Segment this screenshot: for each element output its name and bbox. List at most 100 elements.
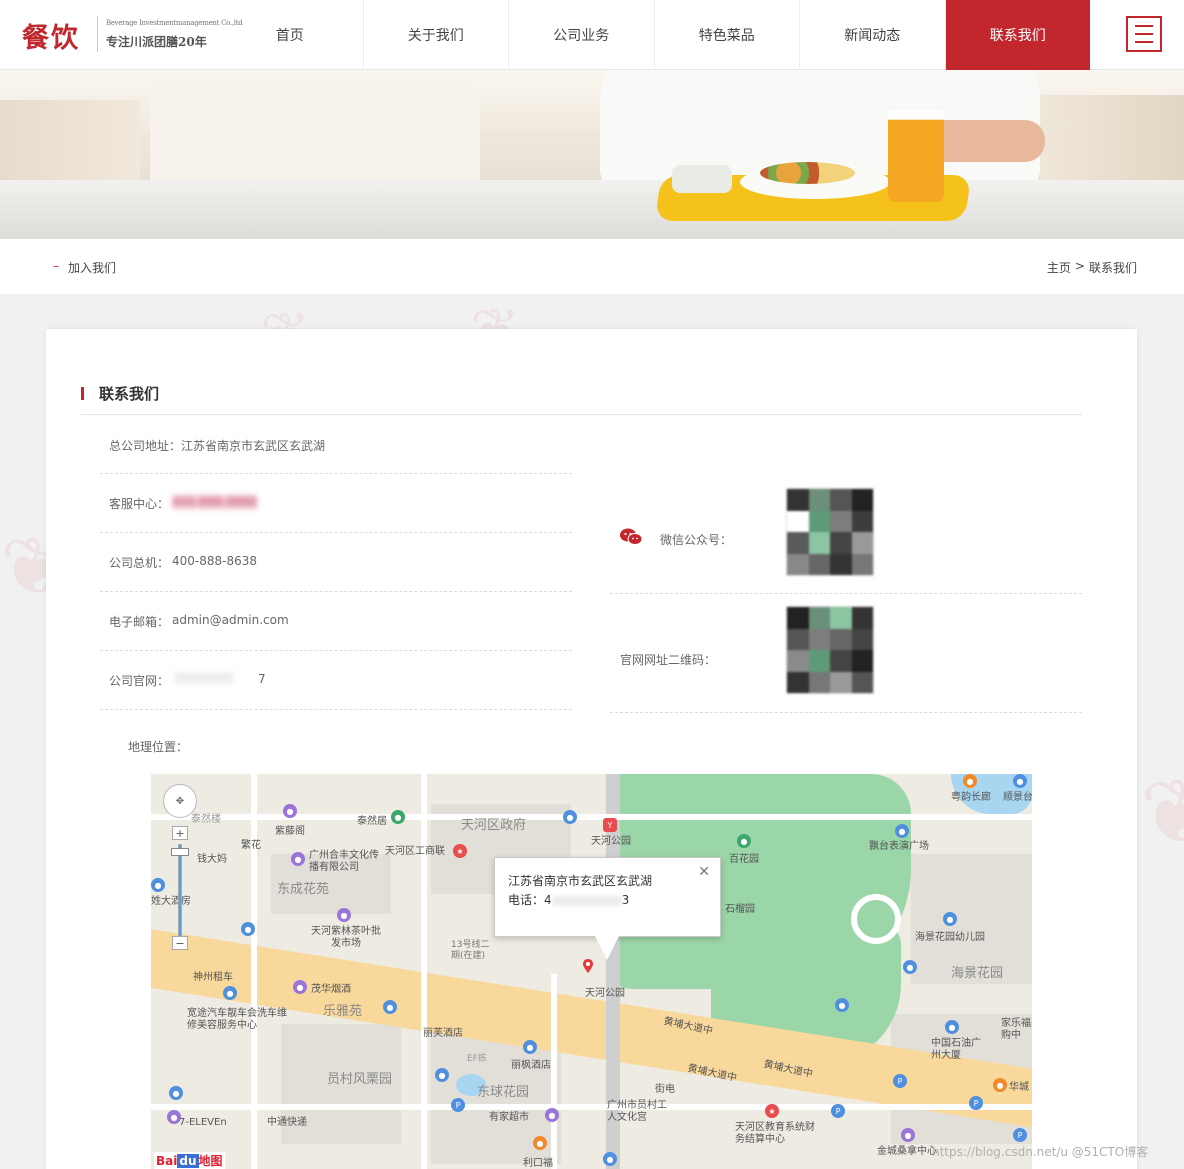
map-poi-icon[interactable]: ● — [291, 852, 305, 866]
title-accent-bar — [81, 387, 84, 400]
nav-item-home[interactable]: 首页 — [217, 0, 363, 70]
map-label: 神州租车 — [193, 972, 233, 983]
map-poi-icon[interactable]: ● — [545, 1108, 559, 1122]
baidu-map[interactable]: 天河区政府 天河公园 百花园 石榴园 飘台表演广场 海景花园幼儿园 海景花园 东… — [151, 774, 1032, 1169]
map-poi-icon[interactable]: ★ — [765, 1104, 779, 1118]
map-label: 天河公园 — [591, 836, 631, 847]
map-label: 东成花苑 — [277, 882, 330, 897]
map-label: 飘台表演广场 — [869, 841, 929, 852]
baidu-map-logo[interactable]: Bai du 地图 — [154, 1152, 225, 1169]
background-ornament: ❦ — [1140, 760, 1184, 865]
info-phone-redacted — [551, 895, 622, 906]
map-poi-icon[interactable]: ● — [901, 1128, 915, 1142]
address-value: 江苏省南京市玄武区玄武湖 — [181, 439, 326, 453]
map-poi-icon[interactable]: P — [451, 1098, 465, 1112]
map-label: EF栋 — [467, 1054, 487, 1064]
hero-banner — [0, 70, 1184, 239]
map-label: 百花园 — [729, 854, 759, 865]
nav-item-about[interactable]: 关于我们 — [362, 0, 509, 70]
zoom-slider-track[interactable] — [178, 844, 182, 938]
map-poi-icon[interactable]: ● — [383, 1000, 397, 1014]
map-poi-icon[interactable]: ● — [563, 810, 577, 824]
map-poi-icon[interactable]: ● — [523, 1040, 537, 1054]
map-poi-icon[interactable]: ● — [943, 912, 957, 926]
map-label: 泰然居 — [357, 816, 387, 827]
website-redacted — [174, 672, 234, 684]
nav-item-dishes[interactable]: 特色菜品 — [653, 0, 800, 70]
map-poi-icon[interactable]: ● — [223, 986, 237, 1000]
map-poi-icon[interactable]: P — [969, 1096, 983, 1110]
map-poi-icon[interactable]: ● — [533, 1136, 547, 1150]
website-value-tail[interactable]: 7 — [258, 672, 266, 686]
email-value[interactable]: admin@admin.com — [172, 613, 289, 627]
info-phone-end: 3 — [621, 893, 630, 907]
contact-card: 联系我们 总公司地址：江苏省南京市玄武区玄武湖 客服中心： 400-888-88… — [46, 329, 1137, 1169]
logo-slogan: 专注川派团膳20年 — [106, 35, 207, 49]
map-label: 家乐福采购中 — [1001, 1018, 1032, 1041]
map-pan-icon[interactable]: ✥ — [163, 784, 197, 818]
logo-mark: 餐饮 — [22, 23, 80, 54]
website-row: 公司官网： 7 — [100, 651, 572, 710]
map-poi-icon[interactable]: ● — [895, 824, 909, 838]
map-poi-icon[interactable]: ● — [835, 998, 849, 1012]
map-label: 繁花 — [241, 840, 261, 851]
map-label: 13号线二期(在建) — [451, 940, 490, 961]
breadcrumb-separator: > — [1074, 259, 1085, 273]
map-poi-icon[interactable]: ● — [993, 1078, 1007, 1092]
website-label: 公司官网： — [109, 674, 170, 688]
breadcrumb-current[interactable]: 联系我们 — [1089, 259, 1137, 276]
location-pin-icon[interactable] — [583, 959, 593, 973]
service-label: 客服中心： — [109, 497, 170, 511]
map-poi-icon[interactable]: ● — [603, 1152, 617, 1166]
zoom-slider-handle[interactable] — [171, 848, 189, 856]
subnav-dash: – — [53, 259, 59, 273]
map-poi-icon[interactable]: ● — [945, 1020, 959, 1034]
map-poi-icon[interactable]: ● — [435, 1068, 449, 1082]
section-title-text: 联系我们 — [99, 385, 160, 403]
info-phone-label: 电话： — [508, 893, 545, 907]
email-row: 电子邮箱： admin@admin.com — [100, 592, 572, 651]
map-label: 中国石油广州大厦 — [931, 1038, 981, 1061]
zoom-out-button[interactable]: − — [172, 936, 188, 950]
map-label: 天河紫林茶叶批发市场 — [311, 926, 381, 949]
map-poi-icon[interactable]: ● — [1013, 774, 1027, 788]
main-nav: 首页 关于我们 公司业务 特色菜品 新闻动态 联系我们 — [217, 0, 1090, 70]
zoom-in-button[interactable]: + — [172, 826, 188, 840]
map-poi-icon[interactable]: ● — [293, 980, 307, 994]
map-poi-icon[interactable]: P — [893, 1074, 907, 1088]
map-poi-icon[interactable]: ● — [737, 834, 751, 848]
subnav-join-us[interactable]: 加入我们 — [68, 259, 116, 276]
map-label: 顺景台 — [1003, 792, 1032, 803]
map-label: 石榴园 — [725, 904, 755, 915]
map-label: 乐雅苑 — [323, 1004, 363, 1019]
sub-navigation-bar: – 加入我们 主页 > 联系我们 — [0, 239, 1184, 294]
nav-item-contact[interactable]: 联系我们 — [944, 0, 1090, 70]
map-label: 东球花园 — [477, 1085, 530, 1100]
map-poi-icon[interactable]: ● — [337, 908, 351, 922]
service-row: 客服中心： 400-888-8888 — [100, 474, 572, 533]
breadcrumb-home[interactable]: 主页 — [1047, 259, 1071, 276]
info-phone-start: 4 — [544, 893, 552, 907]
hamburger-menu-icon[interactable] — [1126, 16, 1162, 52]
nav-item-news[interactable]: 新闻动态 — [799, 0, 945, 70]
map-poi-icon[interactable]: ● — [283, 804, 297, 818]
map-poi-icon[interactable]: ● — [391, 810, 405, 824]
wechat-icon — [620, 528, 642, 545]
nav-item-business[interactable]: 公司业务 — [508, 0, 654, 70]
info-window-address: 江苏省南京市玄武区玄武湖 — [508, 874, 653, 888]
map-poi-icon[interactable]: ● — [167, 1110, 181, 1124]
map-poi-icon[interactable]: ● — [241, 922, 255, 936]
section-title: 联系我们 — [81, 383, 1082, 415]
map-label: 7-ELEVEn — [179, 1117, 227, 1128]
map-poi-icon[interactable]: P — [1013, 1128, 1027, 1142]
map-poi-icon[interactable]: ★ — [453, 844, 467, 858]
map-poi-icon[interactable]: ● — [903, 960, 917, 974]
qr-label: 官网网址二维码： — [620, 653, 717, 667]
metro-station-icon[interactable]: Y — [603, 818, 617, 832]
close-icon[interactable]: ✕ — [698, 864, 710, 880]
map-poi-icon[interactable]: P — [831, 1104, 845, 1118]
map-label: 广州市员村工人文化宫 — [607, 1100, 667, 1123]
service-value: 400-888-8888 — [172, 495, 258, 509]
map-poi-icon[interactable]: ● — [169, 1086, 183, 1100]
map-poi-icon[interactable]: ● — [963, 774, 977, 788]
